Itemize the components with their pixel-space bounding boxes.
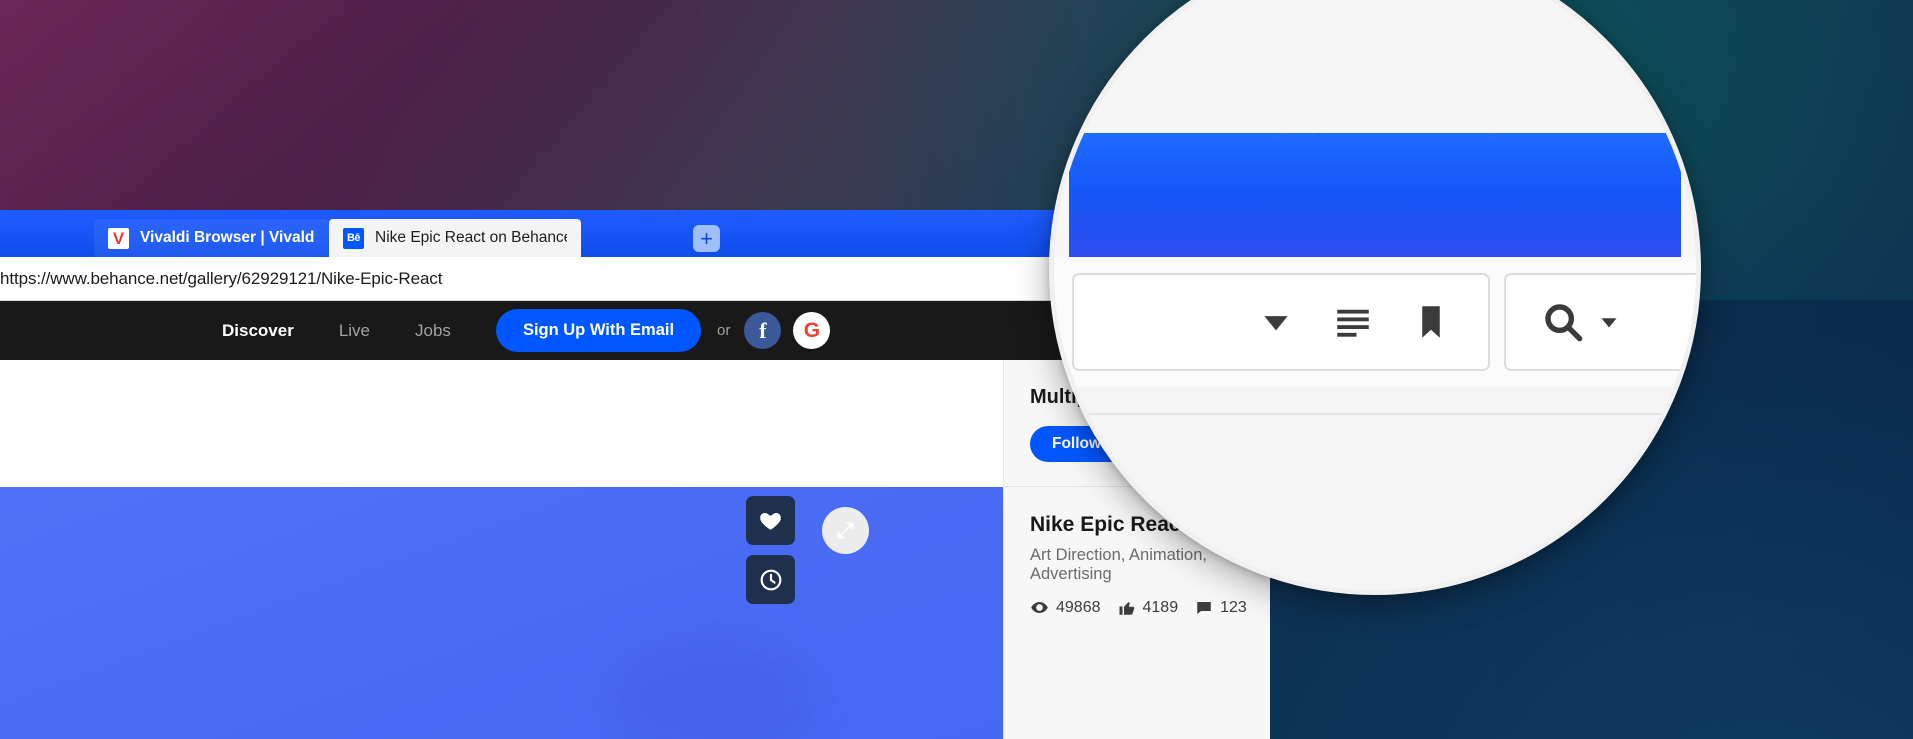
lens-tab-strip [1069, 133, 1681, 257]
behance-icon: Bē [343, 227, 364, 249]
project-image-shade [600, 627, 820, 739]
chevron-down-icon[interactable] [1256, 302, 1296, 342]
project-action-stack [746, 496, 795, 604]
reader-view-icon[interactable] [1332, 301, 1374, 343]
thumbs-up-icon [1118, 599, 1136, 617]
facebook-icon[interactable]: f [744, 312, 782, 349]
tab-title: Vivaldi Browser | Vivaldi Forum [140, 229, 315, 246]
tab-title: Nike Epic React on Behance [375, 229, 567, 246]
comment-icon [1195, 599, 1213, 617]
lens-tab-strip-pattern [1069, 133, 1681, 257]
lens-bottom-chrome [1054, 387, 1696, 590]
lens-top-chrome [1054, 0, 1696, 133]
expand-arrows-icon [835, 520, 856, 541]
project-stats: 49868 4189 123 [1030, 598, 1270, 617]
stat-likes-value: 4189 [1142, 598, 1179, 616]
like-button[interactable] [746, 496, 795, 545]
google-icon[interactable]: G [793, 312, 831, 349]
search-icon[interactable] [1538, 297, 1588, 347]
stat-comments-value: 123 [1220, 598, 1247, 616]
clock-icon [758, 567, 784, 593]
tab-vivaldi-forum[interactable]: V Vivaldi Browser | Vivaldi Forum [94, 219, 329, 257]
bookmark-icon[interactable] [1410, 301, 1452, 343]
nav-link-discover[interactable]: Discover [222, 321, 294, 341]
lens-search-field[interactable] [1504, 273, 1696, 371]
lens-toolbar [1054, 257, 1696, 387]
tab-nike-epic-react[interactable]: Bē Nike Epic React on Behance [329, 219, 581, 257]
magnifier-lens [1049, 0, 1701, 595]
new-tab-button[interactable]: + [693, 225, 720, 252]
magnifier-lens-content [1054, 0, 1696, 590]
lens-url-field[interactable] [1072, 273, 1490, 371]
heart-icon [758, 508, 783, 533]
project-hero-image[interactable] [0, 487, 1003, 739]
stat-likes: 4189 [1118, 598, 1179, 617]
stat-views-value: 49868 [1056, 598, 1101, 616]
sign-up-with-email-button[interactable]: Sign Up With Email [495, 309, 702, 352]
save-later-button[interactable] [746, 555, 795, 604]
or-label: or [717, 322, 731, 339]
lens-divider [1054, 413, 1696, 415]
search-dropdown-icon[interactable] [1596, 309, 1622, 335]
stat-views: 49868 [1030, 598, 1101, 617]
expand-image-button[interactable] [822, 507, 869, 554]
project-main-column [0, 360, 1003, 739]
eye-icon [1030, 598, 1049, 617]
nav-link-live[interactable]: Live [339, 321, 370, 341]
project-top-spacer [0, 360, 1003, 487]
vivaldi-icon: V [108, 227, 129, 249]
nav-link-jobs[interactable]: Jobs [415, 321, 451, 341]
stat-comments: 123 [1195, 599, 1247, 617]
